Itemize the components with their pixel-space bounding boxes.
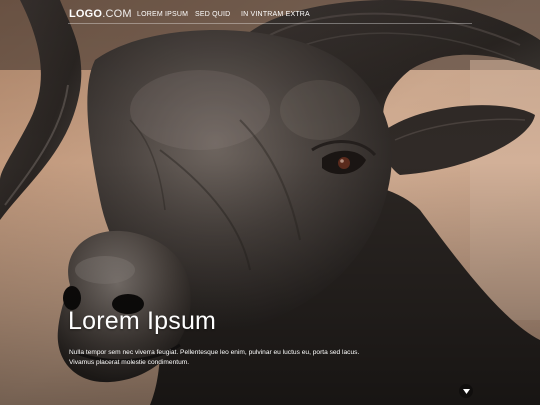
logo-domain-text: .COM <box>102 8 132 20</box>
nav-item-sed-quid[interactable]: SED QUID <box>195 11 230 19</box>
nav-item-in-vintram-extra[interactable]: IN VINTRAM EXTRA <box>241 11 310 19</box>
site-logo[interactable]: LOGO.COM <box>69 8 132 20</box>
top-navigation: LOGO.COM LOREM IPSUM SED QUID IN VINTRAM… <box>0 0 540 28</box>
chevron-down-icon <box>462 388 470 394</box>
hero-description: Nulla tempor sem nec viverra feugiat. Pe… <box>69 348 399 368</box>
image-overlay <box>0 0 540 405</box>
hero-description-line-2: Vivamus placerat molestie condimentum. <box>69 359 190 366</box>
hero-page: LOGO.COM LOREM IPSUM SED QUID IN VINTRAM… <box>0 0 540 405</box>
logo-bold-text: LOGO <box>69 8 103 20</box>
nav-divider <box>68 23 472 24</box>
scroll-down-button[interactable] <box>459 384 473 398</box>
hero-title: Lorem Ipsum <box>68 307 217 335</box>
nav-item-lorem-ipsum[interactable]: LOREM IPSUM <box>137 11 188 19</box>
hero-description-line-1: Nulla tempor sem nec viverra feugiat. Pe… <box>69 349 360 356</box>
